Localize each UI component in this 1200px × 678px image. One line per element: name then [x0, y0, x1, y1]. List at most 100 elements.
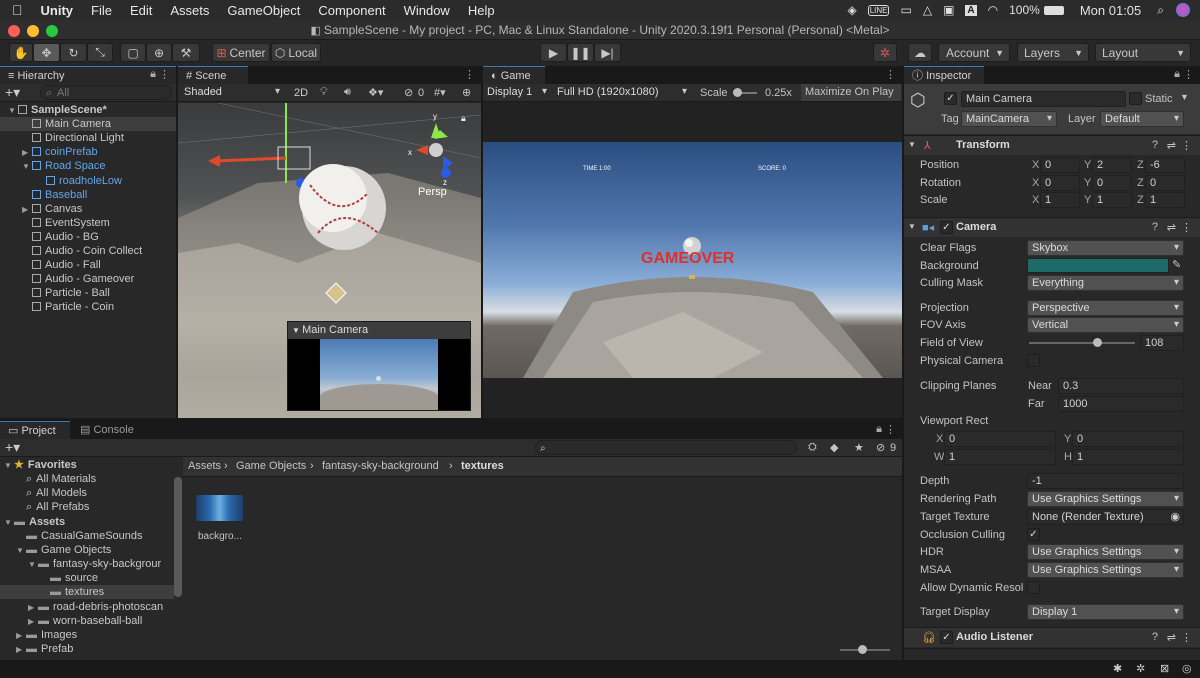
effects-icon[interactable]: ❖▾	[368, 86, 383, 99]
axis-y-label[interactable]: Y	[1084, 177, 1091, 189]
tab-scene[interactable]: # Scene	[178, 66, 248, 84]
a-icon[interactable]: A	[965, 4, 977, 16]
hierarchy-search-input[interactable]: ⌕ All	[40, 85, 172, 100]
foldout-arrow-icon[interactable]: ▼	[4, 459, 14, 473]
hierarchy-item[interactable]: Particle - Coin	[0, 300, 176, 314]
expand-arrow-icon[interactable]: ▼	[22, 160, 32, 174]
transform-z-field[interactable]: 0	[1145, 174, 1185, 191]
transform-y-field[interactable]: 1	[1092, 192, 1132, 208]
minimize-window-button[interactable]	[27, 25, 39, 37]
foldout-arrow-icon[interactable]: ▶	[28, 601, 38, 615]
fov-slider-track[interactable]	[1029, 338, 1135, 347]
audio-icon[interactable]: 🔊︎	[344, 86, 351, 99]
collab-icon[interactable]: ✲	[873, 43, 897, 62]
hierarchy-item[interactable]: roadholeLow	[0, 174, 176, 188]
scale-tool-icon[interactable]: ⤡	[87, 43, 113, 62]
asset-thumbnail[interactable]	[196, 495, 243, 521]
battery-icon[interactable]	[1043, 5, 1064, 15]
help-icon[interactable]: ?	[1152, 139, 1158, 151]
object-name-field[interactable]: Main Camera	[961, 91, 1126, 107]
viewport-w-field[interactable]: 1	[944, 449, 1056, 465]
depth-field[interactable]: -1	[1027, 473, 1184, 489]
filter-type-icon[interactable]: ⛭	[808, 441, 817, 454]
viewport-x-field[interactable]: 0	[944, 431, 1056, 447]
scene-lock-icon[interactable]: 🔒︎	[461, 113, 466, 124]
lock-icon[interactable]: 🔒︎	[876, 423, 882, 436]
transform-y-field[interactable]: 2	[1092, 157, 1132, 173]
pause-button[interactable]: ❚❚	[567, 43, 594, 62]
debug-icon[interactable]: ✱	[1113, 662, 1122, 675]
target-texture-field[interactable]: None (Render Texture) ◉	[1027, 509, 1184, 525]
menu-app-unity[interactable]: Unity	[41, 3, 74, 18]
menu-component[interactable]: Component	[318, 3, 385, 18]
transform-x-field[interactable]: 1	[1040, 192, 1080, 208]
grid-icon[interactable]: #▾	[434, 86, 446, 99]
axis-y-label[interactable]: Y	[1084, 159, 1091, 171]
projection-dropdown[interactable]: Perspective	[1027, 300, 1184, 316]
siri-icon[interactable]	[1176, 3, 1190, 17]
hidden-objects-icon[interactable]: ⊘	[404, 86, 413, 99]
persp-label[interactable]: Persp	[418, 186, 447, 198]
static-label[interactable]: Static	[1145, 93, 1173, 105]
axis-x-label[interactable]: X	[1032, 177, 1039, 189]
auto-generate-lighting-icon[interactable]: ✲	[1136, 662, 1145, 675]
foldout-arrow-icon[interactable]: ▼	[908, 222, 916, 231]
wifi-icon[interactable]: ◠	[988, 3, 998, 17]
panel-menu-icon[interactable]: ⋮	[159, 68, 170, 81]
fov-field[interactable]: 108	[1140, 335, 1184, 351]
panel-menu-icon[interactable]: ⋮	[885, 423, 896, 436]
axis-y-label[interactable]: Y	[1084, 194, 1091, 206]
project-tree-item[interactable]: ▬ textures	[0, 585, 174, 600]
lighting-icon[interactable]: 💡︎	[320, 86, 328, 99]
project-tree-item[interactable]: ⌕ All Prefabs	[0, 500, 174, 514]
resolution-dropdown[interactable]: Full HD (1920x1080)	[553, 85, 691, 101]
scene-viewport[interactable]: x y z Persp 🔒︎ ▼ Main Camera	[178, 103, 481, 418]
pivot-local-button[interactable]: ⬡ Local	[271, 43, 321, 62]
project-tree-scrollbar[interactable]	[174, 477, 182, 597]
occlusion-culling-checkbox[interactable]: ✓	[1027, 528, 1040, 541]
component-menu-icon[interactable]: ⋮	[1181, 221, 1192, 234]
unity-status-icon[interactable]: ◈	[847, 3, 856, 17]
maximize-on-play-toggle[interactable]: Maximize On Play	[801, 84, 901, 101]
drive-icon[interactable]: △	[923, 3, 932, 17]
scale-slider-handle[interactable]	[733, 88, 742, 97]
favorite-icon[interactable]: ★	[854, 441, 864, 454]
zoom-slider-handle[interactable]	[858, 645, 867, 654]
hdr-dropdown[interactable]: Use Graphics Settings	[1027, 544, 1184, 560]
project-search-input[interactable]: ⌕	[535, 440, 797, 455]
project-tree-item[interactable]: ▶ ▬ Prefab	[0, 642, 174, 656]
object-picker-icon[interactable]: ◉	[1170, 510, 1180, 524]
breadcrumb-textures[interactable]: textures	[461, 460, 504, 472]
component-menu-icon[interactable]: ⋮	[1181, 139, 1192, 152]
breadcrumb-fantasy-sky[interactable]: fantasy-sky-background	[322, 460, 439, 472]
menu-help[interactable]: Help	[468, 3, 495, 18]
rendering-path-dropdown[interactable]: Use Graphics Settings	[1027, 491, 1184, 507]
clear-flags-dropdown[interactable]: Skybox	[1027, 240, 1184, 256]
panel-menu-icon[interactable]: ⋮	[464, 68, 475, 81]
maximize-window-button[interactable]	[46, 25, 58, 37]
collapse-arrow-icon[interactable]: ▶	[22, 146, 32, 160]
scale-slider[interactable]	[733, 88, 757, 97]
collapse-icon[interactable]: ▼	[292, 326, 302, 335]
display-dropdown[interactable]: Display 1	[483, 85, 551, 101]
help-icon[interactable]: ?	[1152, 221, 1158, 233]
foldout-arrow-icon[interactable]: ▼	[4, 516, 14, 530]
presets-icon[interactable]: ⇌	[1167, 221, 1176, 234]
viewport-y-field[interactable]: 0	[1072, 431, 1184, 447]
hierarchy-item[interactable]: ▼ SampleScene*	[0, 103, 176, 117]
foldout-arrow-icon[interactable]: ▼	[28, 558, 38, 572]
msaa-dropdown[interactable]: Use Graphics Settings	[1027, 562, 1184, 578]
hierarchy-item[interactable]: Particle - Ball	[0, 286, 176, 300]
hierarchy-item[interactable]: Directional Light	[0, 131, 176, 145]
hidden-packages-icon[interactable]: ⊘	[876, 441, 885, 454]
hierarchy-item[interactable]: ▼ Road Space	[0, 159, 176, 173]
line-icon[interactable]: LINE	[867, 4, 890, 16]
project-tree-item[interactable]: ⌕ All Models	[0, 486, 174, 500]
tab-project[interactable]: ▭ Project	[0, 421, 70, 439]
transform-x-field[interactable]: 0	[1040, 157, 1080, 173]
foldout-arrow-icon[interactable]: ▶	[16, 643, 26, 657]
layer-dropdown[interactable]: Default	[1100, 111, 1184, 127]
project-tree-item[interactable]: ▼ ▬ fantasy-sky-backgrour	[0, 557, 174, 571]
project-tree-item[interactable]: ▬ source	[0, 571, 174, 585]
static-checkbox[interactable]	[1129, 92, 1142, 105]
